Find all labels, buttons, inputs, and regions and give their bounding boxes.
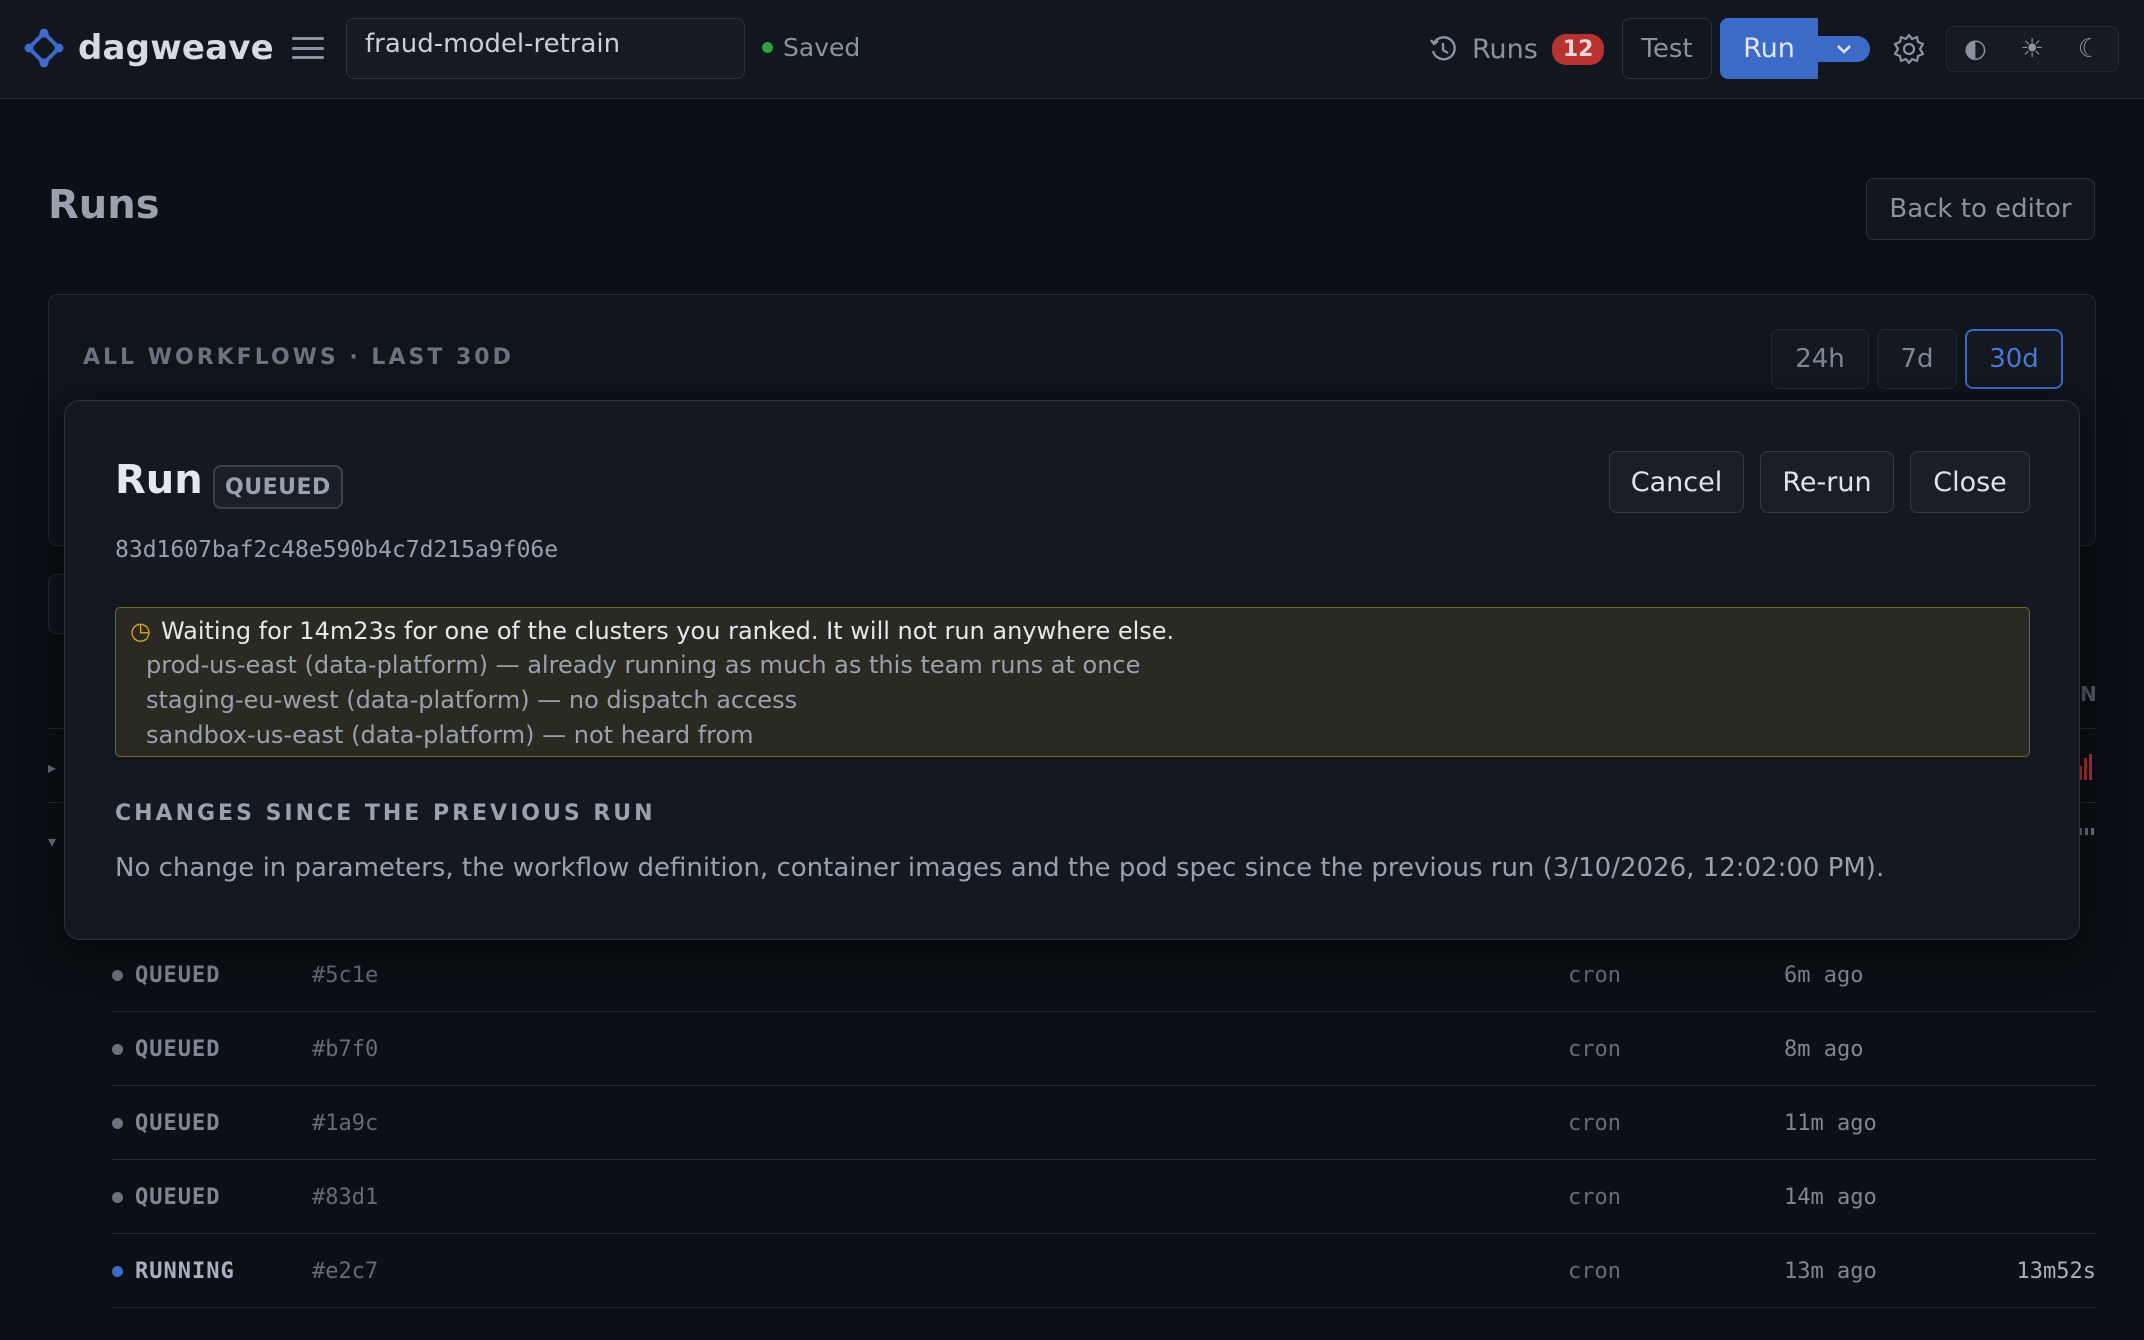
theme-auto-icon[interactable]: ◐ [1964,34,1987,64]
clock-icon: ◷ [130,617,151,645]
failure-sparkline [2079,754,2097,780]
run-started: 13m ago [1784,1258,1877,1284]
expand-caret-icon[interactable]: ▸ [48,758,56,777]
logo-icon [24,28,64,68]
status-badge: QUEUED [213,465,343,509]
cluster-status-item: sandbox-us-east (data-platform) — not he… [146,721,754,749]
runs-count-badge: 12 [1551,33,1605,65]
run-trigger: cron [1568,1110,1621,1136]
range-7d-button[interactable]: 7d [1877,329,1957,389]
run-status-label: RUNNING [135,1258,235,1284]
run-status: QUEUED [112,938,220,1012]
theme-dark-icon[interactable]: ☾ [2078,34,2101,64]
app-logo[interactable]: dagweave [24,28,274,68]
cancel-run-button[interactable]: Cancel [1609,451,1744,513]
workflow-name-input[interactable]: fraud-model-retrain [346,18,745,79]
changes-text: No change in parameters, the workflow de… [115,853,1885,883]
status-dot-icon [112,1043,123,1055]
table-header-duration: N [2080,682,2097,706]
stats-label: ALL WORKFLOWS · LAST 30D [83,345,514,370]
cluster-status-item: prod-us-east (data-platform) — already r… [146,651,1141,679]
row-divider [112,1307,2096,1308]
chevron-down-icon [1837,45,1851,54]
page-title: Runs [48,182,160,228]
run-id[interactable]: #b7f0 [312,1012,378,1086]
run-trigger: cron [1568,962,1621,988]
range-24h-button[interactable]: 24h [1771,329,1869,389]
table-row[interactable]: RUNNING #e2c7 cron 13m ago 13m52s [112,1234,2096,1308]
wait-headline: Waiting for 14m23s for one of the cluste… [160,617,1175,645]
save-status: Saved [762,33,860,62]
gear-icon[interactable] [1892,32,1926,66]
run-status-label: QUEUED [135,1184,221,1210]
run-options-button[interactable] [1818,36,1870,62]
theme-light-icon[interactable]: ☀ [2021,34,2044,64]
run-id[interactable]: #5c1e [312,938,378,1012]
table-row[interactable]: QUEUED #b7f0 cron 8m ago [112,1012,2096,1086]
wait-notice: ◷ Waiting for 14m23s for one of the clus… [115,607,2030,757]
history-icon [1430,36,1456,61]
status-dot-icon [112,969,123,981]
app-name: dagweave [78,28,274,68]
table-row[interactable]: QUEUED #5c1e cron 6m ago [112,938,2096,1012]
changes-heading: CHANGES SINCE THE PREVIOUS RUN [115,801,656,826]
table-row[interactable]: QUEUED #83d1 cron 14m ago [112,1160,2096,1234]
collapse-caret-icon[interactable]: ▾ [48,832,56,851]
rerun-button[interactable]: Re-run [1760,451,1894,513]
activity-sparkline [2079,828,2094,835]
saved-dot-icon [762,42,773,53]
table-row[interactable]: QUEUED #1a9c cron 11m ago [112,1086,2096,1160]
run-started: 8m ago [1784,1036,1864,1062]
run-status-label: QUEUED [135,962,221,988]
test-button[interactable]: Test [1622,18,1712,79]
modal-title: Run [115,457,203,503]
status-dot-icon [112,1265,123,1277]
run-trigger: cron [1568,1036,1621,1062]
filter-input[interactable] [48,574,64,634]
menu-icon[interactable] [292,34,324,62]
run-status: QUEUED [112,1012,220,1086]
run-started: 14m ago [1784,1184,1877,1210]
run-status-label: QUEUED [135,1036,221,1062]
run-started: 11m ago [1784,1110,1877,1136]
run-started: 6m ago [1784,962,1864,988]
run-trigger: cron [1568,1258,1621,1284]
status-dot-icon [112,1191,123,1203]
run-duration: 13m52s [2016,1258,2096,1284]
run-status: RUNNING [112,1234,235,1308]
run-status-label: QUEUED [135,1110,221,1136]
run-detail-modal: Run QUEUED Cancel Re-run Close 83d1607ba… [64,400,2080,940]
runs-link[interactable]: Runs 12 [1428,26,1605,72]
close-modal-button[interactable]: Close [1910,451,2030,513]
cluster-status-item: staging-eu-west (data-platform) — no dis… [146,686,798,714]
run-id-full: 83d1607baf2c48e590b4c7d215a9f06e [115,537,559,563]
range-30d-button[interactable]: 30d [1965,329,2063,389]
run-button[interactable]: Run [1720,18,1818,79]
run-id[interactable]: #e2c7 [312,1234,378,1308]
runs-label: Runs [1472,33,1538,65]
top-bar: dagweave fraud-model-retrain Saved Runs … [0,0,2144,99]
status-dot-icon [112,1117,123,1129]
back-to-editor-button[interactable]: Back to editor [1866,178,2095,240]
saved-label: Saved [783,33,861,62]
run-status: QUEUED [112,1160,220,1234]
run-trigger: cron [1568,1184,1621,1210]
run-status: QUEUED [112,1086,220,1160]
run-id[interactable]: #83d1 [312,1160,378,1234]
theme-switcher: ◐ ☀ ☾ [1946,26,2119,72]
run-id[interactable]: #1a9c [312,1086,378,1160]
